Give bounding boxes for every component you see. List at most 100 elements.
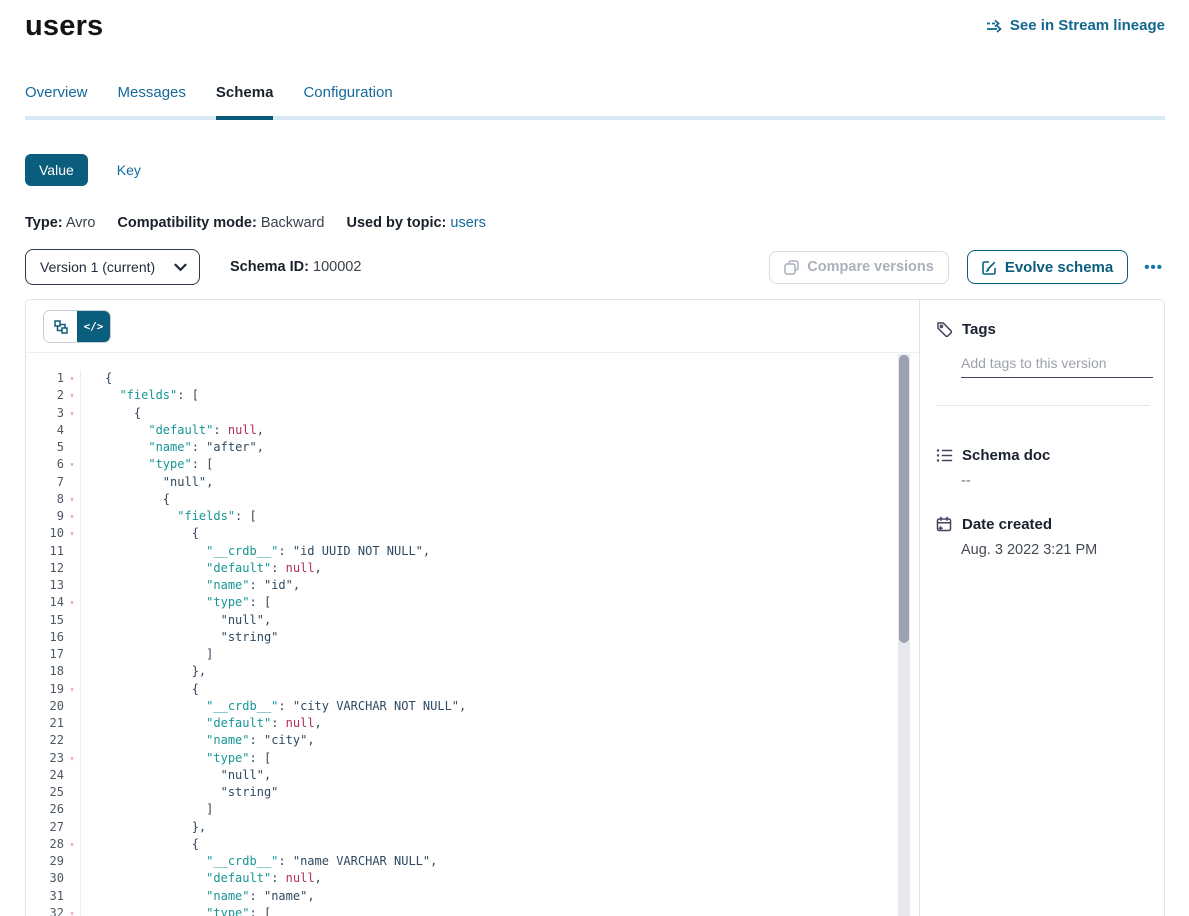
- fold-arrow-icon[interactable]: ▾: [64, 836, 81, 853]
- fold-arrow-icon[interactable]: ▾: [64, 491, 81, 508]
- fold-arrow-icon[interactable]: ▾: [64, 905, 81, 916]
- fold-arrow-icon[interactable]: ▾: [64, 405, 81, 422]
- schema-card: </> 1▾{2▾ "fields": [3▾ {4 "default": nu…: [25, 299, 1165, 916]
- value-key-toggle: Value Key: [25, 154, 1165, 186]
- code-text: "type": [: [81, 594, 271, 611]
- line-number: 10: [26, 525, 64, 542]
- sidebar-divider: [936, 405, 1150, 406]
- code-text: {: [81, 491, 170, 508]
- line-number: 12: [26, 560, 64, 577]
- code-text: {: [81, 405, 141, 422]
- page-header: users See in Stream lineage: [25, 10, 1165, 43]
- value-toggle-button[interactable]: Value: [25, 154, 88, 186]
- editor-toolbar: </>: [26, 300, 919, 353]
- line-number: 16: [26, 629, 64, 646]
- schema-doc-section: Schema doc --: [936, 447, 1154, 489]
- chevron-down-icon: [174, 263, 187, 272]
- tab-schema[interactable]: Schema: [216, 84, 274, 120]
- more-actions-button[interactable]: •••: [1142, 255, 1165, 280]
- line-number: 18: [26, 663, 64, 680]
- code-text: "default": null,: [81, 870, 322, 887]
- line-number: 22: [26, 732, 64, 749]
- code-line: 24 "null",: [26, 767, 919, 784]
- version-select[interactable]: Version 1 (current): [25, 249, 200, 285]
- fold-spacer: [64, 801, 81, 818]
- fold-spacer: [64, 888, 81, 905]
- tags-section: Tags: [936, 321, 1154, 406]
- code-text: {: [81, 681, 199, 698]
- line-number: 30: [26, 870, 64, 887]
- tab-configuration[interactable]: Configuration: [303, 84, 392, 120]
- line-number: 3: [26, 405, 64, 422]
- schema-id-label: Schema ID:: [230, 259, 309, 275]
- code-text: "fields": [: [81, 387, 199, 404]
- version-bar: Version 1 (current) Schema ID: 100002 Co…: [25, 249, 1165, 285]
- fold-spacer: [64, 732, 81, 749]
- stream-lineage-link[interactable]: See in Stream lineage: [986, 17, 1165, 34]
- fold-spacer: [64, 715, 81, 732]
- code-text: "type": [: [81, 456, 213, 473]
- code-line: 8▾ {: [26, 491, 919, 508]
- code-text: "string": [81, 784, 278, 801]
- code-line: 4 "default": null,: [26, 422, 919, 439]
- tags-input[interactable]: [961, 353, 1153, 378]
- code-line: 13 "name": "id",: [26, 577, 919, 594]
- line-number: 28: [26, 836, 64, 853]
- code-line: 12 "default": null,: [26, 560, 919, 577]
- fold-arrow-icon[interactable]: ▾: [64, 594, 81, 611]
- line-number: 31: [26, 888, 64, 905]
- code-text: ]: [81, 646, 213, 663]
- code-line: 2▾ "fields": [: [26, 387, 919, 404]
- used-by-topic-label: Used by topic:: [346, 215, 446, 231]
- fold-arrow-icon[interactable]: ▾: [64, 681, 81, 698]
- date-created-value: Aug. 3 2022 3:21 PM: [961, 542, 1154, 558]
- evolve-schema-button[interactable]: Evolve schema: [967, 250, 1128, 284]
- code-line: 19▾ {: [26, 681, 919, 698]
- stream-lineage-icon: [986, 19, 1003, 33]
- scrollbar-thumb[interactable]: [899, 355, 909, 643]
- fold-arrow-icon[interactable]: ▾: [64, 387, 81, 404]
- line-number: 11: [26, 543, 64, 560]
- line-number: 25: [26, 784, 64, 801]
- fold-arrow-icon[interactable]: ▾: [64, 750, 81, 767]
- schema-page: users See in Stream lineage Overview Mes…: [0, 0, 1189, 916]
- code-line: 26 ]: [26, 801, 919, 818]
- fold-spacer: [64, 698, 81, 715]
- line-number: 2: [26, 387, 64, 404]
- code-text: },: [81, 663, 206, 680]
- tab-bar: Overview Messages Schema Configuration: [25, 84, 1165, 120]
- fold-arrow-icon[interactable]: ▾: [64, 370, 81, 387]
- code-line: 29 "__crdb__": "name VARCHAR NULL",: [26, 853, 919, 870]
- code-view-button[interactable]: </>: [77, 311, 110, 342]
- code-text: "name": "city",: [81, 732, 315, 749]
- fold-arrow-icon[interactable]: ▾: [64, 525, 81, 542]
- fold-arrow-icon[interactable]: ▾: [64, 456, 81, 473]
- code-text: "default": null,: [81, 422, 264, 439]
- code-text: "null",: [81, 767, 271, 784]
- topic-link[interactable]: users: [450, 215, 485, 231]
- fold-spacer: [64, 439, 81, 456]
- line-number: 13: [26, 577, 64, 594]
- compare-versions-button[interactable]: Compare versions: [769, 251, 949, 284]
- tags-header: Tags: [936, 321, 1154, 338]
- compare-versions-icon: [784, 260, 799, 275]
- line-number: 29: [26, 853, 64, 870]
- line-number: 14: [26, 594, 64, 611]
- code-text: ]: [81, 801, 213, 818]
- key-toggle-link[interactable]: Key: [117, 162, 141, 178]
- code-line: 17 ]: [26, 646, 919, 663]
- code-text: {: [81, 525, 199, 542]
- line-number: 4: [26, 422, 64, 439]
- line-number: 5: [26, 439, 64, 456]
- date-created-title: Date created: [962, 516, 1052, 533]
- date-created-section: Date created Aug. 3 2022 3:21 PM: [936, 516, 1154, 558]
- tab-messages[interactable]: Messages: [118, 84, 186, 120]
- page-title: users: [25, 10, 103, 43]
- tab-overview[interactable]: Overview: [25, 84, 88, 120]
- tree-view-button[interactable]: [44, 311, 77, 342]
- schema-id-field: Schema ID: 100002: [230, 259, 361, 275]
- code-text: "string": [81, 629, 278, 646]
- fold-arrow-icon[interactable]: ▾: [64, 508, 81, 525]
- line-number: 1: [26, 370, 64, 387]
- compatibility-label: Compatibility mode:: [117, 215, 256, 231]
